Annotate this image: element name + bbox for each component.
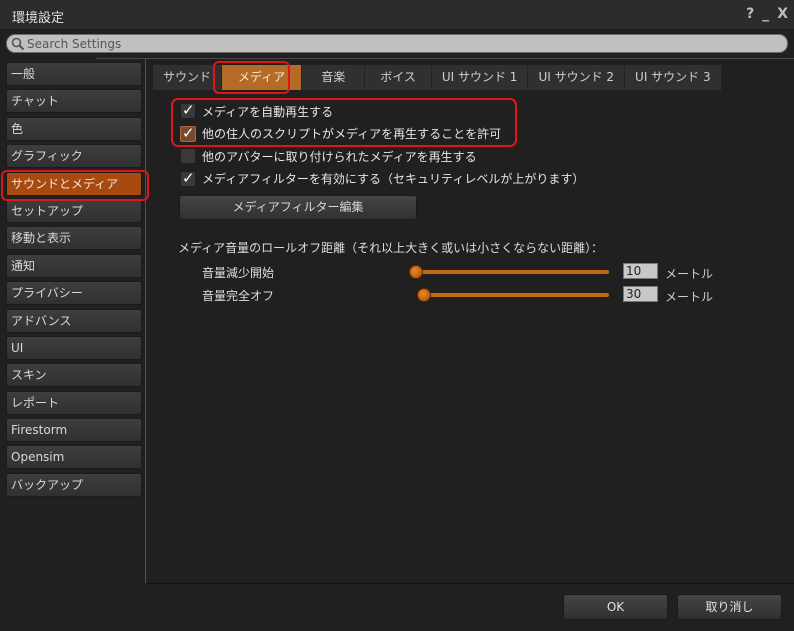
window-controls: ? _ X: [746, 6, 788, 22]
checkbox[interactable]: ✓: [180, 123, 196, 142]
allow-scripts-media-checkbox[interactable]: ✓ 他の住人のスクリプトがメディアを再生することを許可: [180, 123, 584, 146]
checkbox-label: 他の住人のスクリプトがメディアを再生することを許可: [202, 127, 502, 142]
sidebar-item-graphics[interactable]: グラフィック: [6, 144, 142, 169]
cancel-button[interactable]: 取り消し: [677, 594, 782, 620]
sidebar-item-privacy[interactable]: プライバシー: [6, 281, 142, 306]
search-bar: [6, 34, 788, 53]
check-icon: ✓: [182, 123, 195, 142]
tab-sound[interactable]: サウンド: [153, 65, 223, 90]
enable-media-filter-checkbox[interactable]: ✓ メディアフィルターを有効にする（セキュリティレベルが上がります）: [180, 168, 584, 191]
rolloff-max-input[interactable]: [623, 286, 658, 302]
ok-button[interactable]: OK: [563, 594, 668, 620]
rolloff-distance-label: メディア音量のロールオフ距離（それ以上大きく或いは小さくならない距離）：: [178, 241, 604, 255]
tab-bar: サウンド メディア 音楽 ボイス UI サウンド 1 UI サウンド 2 UI …: [153, 65, 722, 90]
sidebar-item-notifications[interactable]: 通知: [6, 253, 142, 278]
checkbox-label: メディアフィルターを有効にする（セキュリティレベルが上がります）: [202, 172, 585, 187]
checkbox[interactable]: ✓: [180, 101, 196, 120]
sidebar-item-ui[interactable]: UI: [6, 335, 142, 360]
media-checkbox-group: ✓ メディアを自動再生する ✓ 他の住人のスクリプトがメディアを再生することを許…: [180, 100, 584, 190]
rolloff-min-input[interactable]: [623, 263, 658, 279]
tab-media[interactable]: メディア: [222, 65, 303, 90]
sidebar-item-colors[interactable]: 色: [6, 116, 142, 141]
edit-media-filter-button[interactable]: メディアフィルター編集: [179, 195, 417, 220]
sidebar-item-skins[interactable]: スキン: [6, 363, 142, 388]
sidebar-item-move-view[interactable]: 移動と表示: [6, 226, 142, 251]
sidebar-item-advanced[interactable]: アドバンス: [6, 308, 142, 333]
autoplay-media-checkbox[interactable]: ✓ メディアを自動再生する: [180, 100, 584, 123]
rolloff-max-slider-thumb[interactable]: [417, 288, 431, 302]
search-icon: [11, 37, 25, 50]
rolloff-min-slider-row: 音量減少開始 メートル: [202, 263, 722, 281]
sidebar-item-sound-media[interactable]: サウンドとメディア: [6, 171, 142, 196]
tab-music[interactable]: 音楽: [302, 65, 366, 90]
close-icon[interactable]: X: [777, 6, 788, 22]
tab-ui-sound-1[interactable]: UI サウンド 1: [431, 65, 529, 90]
sidebar-item-chat[interactable]: チャット: [6, 89, 142, 114]
title-bar: 環境設定 ? _ X: [0, 0, 794, 30]
tab-ui-sound-2[interactable]: UI サウンド 2: [528, 65, 626, 90]
window-title: 環境設定: [12, 11, 65, 26]
rolloff-min-slider-thumb[interactable]: [409, 265, 423, 279]
unit-label: メートル: [665, 290, 714, 304]
rolloff-max-slider-row: 音量完全オフ メートル: [202, 286, 722, 304]
help-icon[interactable]: ?: [746, 6, 754, 22]
tab-voice[interactable]: ボイス: [365, 65, 432, 90]
sidebar-item-general[interactable]: 一般: [6, 62, 142, 86]
play-attached-media-checkbox[interactable]: 他のアバターに取り付けられたメディアを再生する: [180, 145, 584, 168]
search-input[interactable]: [27, 36, 767, 51]
rolloff-max-slider-track[interactable]: [417, 293, 609, 297]
checkbox-label: メディアを自動再生する: [202, 104, 334, 119]
slider-label: 音量減少開始: [202, 266, 275, 280]
tab-ui-sound-3[interactable]: UI サウンド 3: [625, 65, 722, 90]
rolloff-min-slider-track[interactable]: [417, 270, 609, 274]
sidebar-item-firestorm[interactable]: Firestorm: [6, 418, 142, 443]
slider-label: 音量完全オフ: [202, 289, 275, 303]
sidebar-item-backup[interactable]: バックアップ: [6, 472, 142, 497]
checkbox[interactable]: [180, 148, 196, 165]
sidebar: 一般 チャット 色 グラフィック サウンドとメディア セットアップ 移動と表示 …: [6, 62, 142, 500]
check-icon: ✓: [182, 168, 195, 187]
check-icon: ✓: [182, 101, 195, 120]
sidebar-item-setup[interactable]: セットアップ: [6, 198, 142, 223]
unit-label: メートル: [665, 267, 714, 281]
checkbox-label: 他のアバターに取り付けられたメディアを再生する: [202, 149, 477, 164]
sidebar-item-reports[interactable]: レポート: [6, 390, 142, 415]
checkbox[interactable]: ✓: [180, 168, 196, 187]
minimize-icon[interactable]: _: [762, 6, 769, 22]
sidebar-item-opensim[interactable]: Opensim: [6, 445, 142, 470]
